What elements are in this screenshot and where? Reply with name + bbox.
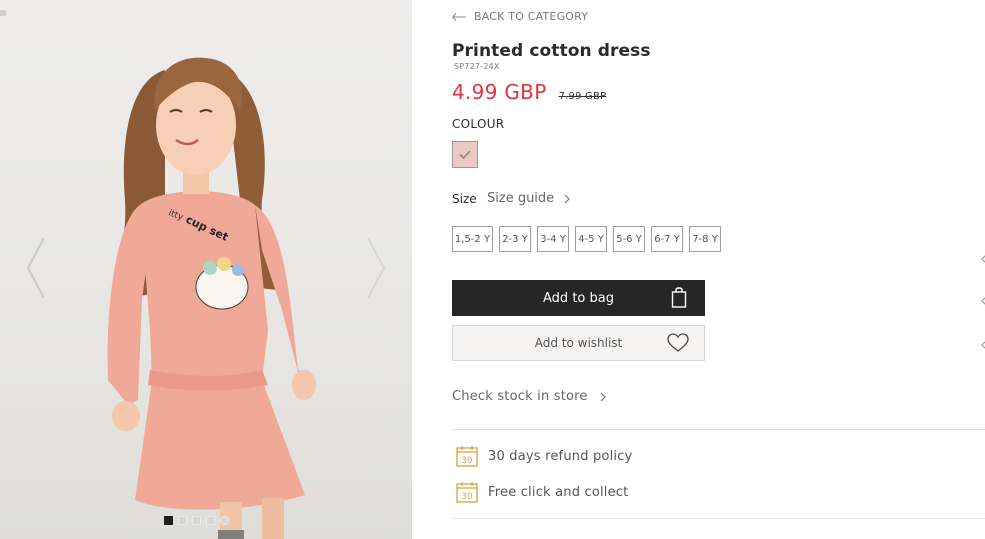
size-options: 1,5-2 Y 2-3 Y 3-4 Y 4-5 Y 5-6 Y 6-7 Y 7-… — [452, 226, 721, 252]
size-label: Size — [452, 191, 477, 206]
product-gallery: itty cup set — [0, 0, 412, 539]
current-price: 4.99 GBP — [452, 80, 547, 104]
size-option[interactable]: 1,5-2 Y — [452, 226, 493, 252]
size-row: Size Size guide — [452, 191, 571, 206]
size-option[interactable]: 3-4 Y — [537, 226, 569, 252]
check-stock-link[interactable]: Check stock in store — [452, 389, 606, 404]
chevron-right-icon — [564, 194, 571, 203]
product-title: Printed cotton dress — [452, 41, 651, 61]
click-and-collect-item: 30 Free click and collect — [456, 481, 628, 503]
gallery-next-arrow[interactable] — [364, 236, 388, 300]
chevron-right-icon — [600, 392, 606, 401]
check-stock-label: Check stock in store — [452, 389, 588, 404]
gallery-prev-arrow[interactable] — [24, 236, 48, 300]
size-guide-label: Size guide — [487, 191, 555, 206]
size-option[interactable]: 4-5 Y — [575, 226, 607, 252]
product-details-panel: BACK TO CATEGORY Printed cotton dress SP… — [452, 0, 985, 539]
click-and-collect-label: Free click and collect — [488, 484, 629, 500]
add-to-bag-button[interactable]: Add to bag — [452, 280, 705, 316]
size-guide-link[interactable]: Size guide — [487, 191, 571, 206]
divider — [452, 429, 985, 430]
colour-swatch-pink[interactable] — [452, 141, 478, 168]
product-sku: SP727-24X — [454, 62, 500, 71]
calendar-30-icon: 30 — [456, 446, 478, 467]
side-chevron-left-icon[interactable] — [981, 296, 985, 306]
old-price: 7.99 GBP — [558, 91, 607, 102]
refund-policy-item: 30 30 days refund policy — [456, 445, 632, 467]
gallery-pagination — [164, 516, 229, 525]
shopping-bag-icon — [671, 287, 687, 308]
gallery-dot[interactable] — [206, 516, 215, 525]
arrow-left-icon — [452, 12, 466, 21]
add-to-wishlist-label: Add to wishlist — [534, 336, 623, 350]
svg-text:30: 30 — [461, 492, 472, 502]
gallery-dot[interactable] — [192, 516, 201, 525]
product-photo: itty cup set — [107, 57, 316, 539]
size-option[interactable]: 2-3 Y — [499, 226, 531, 252]
heart-icon — [667, 333, 689, 352]
refund-policy-label: 30 days refund policy — [488, 448, 633, 464]
gallery-dot[interactable] — [164, 516, 173, 525]
size-option[interactable]: 7-8 Y — [689, 226, 721, 252]
size-option[interactable]: 5-6 Y — [613, 226, 645, 252]
price-row: 4.99 GBP 7.99 GBP — [452, 80, 606, 104]
side-chevron-left-icon[interactable] — [981, 254, 985, 264]
svg-text:30: 30 — [461, 456, 472, 466]
back-to-category-label: BACK TO CATEGORY — [474, 10, 589, 23]
side-chevron-left-icon[interactable] — [981, 340, 985, 350]
size-option[interactable]: 6-7 Y — [651, 226, 683, 252]
add-to-bag-label: Add to bag — [543, 290, 614, 306]
back-to-category-link[interactable]: BACK TO CATEGORY — [452, 10, 588, 23]
colour-label: COLOUR — [452, 117, 505, 131]
gallery-dot[interactable] — [178, 516, 187, 525]
calendar-30-icon: 30 — [456, 482, 478, 503]
gallery-dot[interactable] — [220, 516, 229, 525]
divider — [452, 518, 985, 519]
checkmark-icon — [459, 150, 471, 159]
add-to-wishlist-button[interactable]: Add to wishlist — [452, 325, 705, 361]
